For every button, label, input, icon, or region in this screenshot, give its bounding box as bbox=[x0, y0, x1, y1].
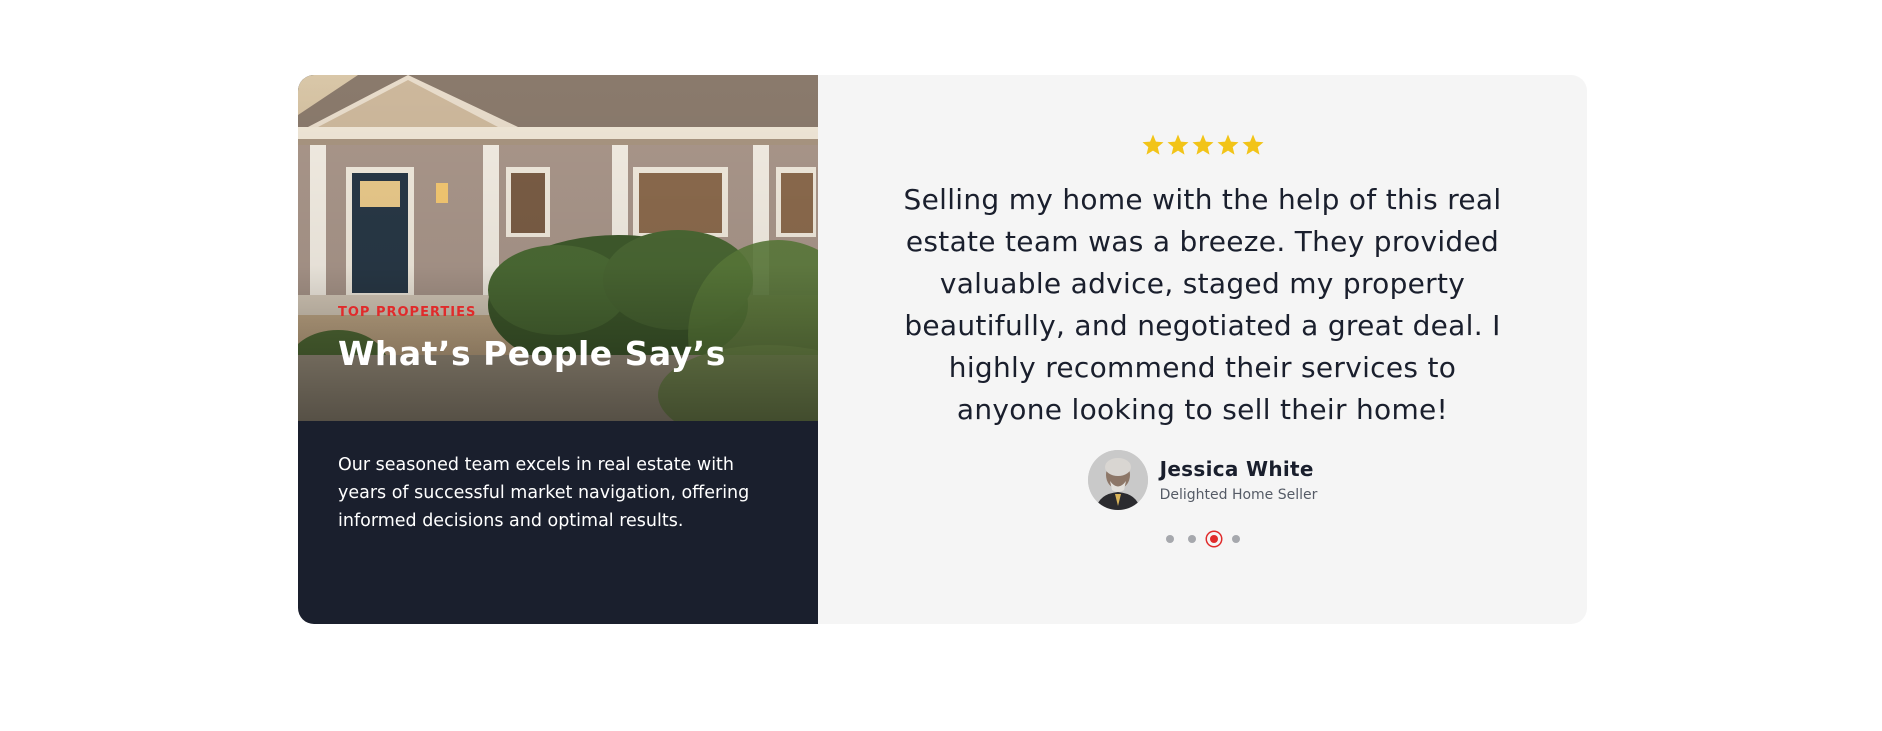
testimonial-quote: Selling my home with the help of this re… bbox=[903, 183, 1502, 426]
testimonial-author: Jessica White Delighted Home Seller bbox=[818, 450, 1587, 510]
star-icon bbox=[1142, 134, 1163, 155]
section-heading: What’s People Say’s bbox=[338, 334, 726, 373]
carousel-dot-2[interactable] bbox=[1187, 535, 1196, 543]
star-rating bbox=[818, 133, 1587, 157]
intro-panel: Top Properties What’s People Say’s Our s… bbox=[298, 75, 818, 624]
section-eyebrow: Top Properties bbox=[338, 305, 477, 320]
star-icon bbox=[1242, 134, 1263, 155]
author-info: Jessica White Delighted Home Seller bbox=[1160, 457, 1318, 503]
star-icon bbox=[1192, 134, 1213, 155]
star-icon bbox=[1217, 134, 1238, 155]
author-name: Jessica White bbox=[1159, 457, 1314, 481]
author-role: Delighted Home Seller bbox=[1159, 487, 1318, 503]
carousel-dot-4[interactable] bbox=[1231, 535, 1240, 543]
star-icon bbox=[1167, 134, 1188, 155]
testimonial-panel: Selling my home with the help of this re… bbox=[818, 75, 1587, 624]
carousel-dot-3[interactable] bbox=[1209, 535, 1218, 543]
photo-caption: Top Properties What’s People Say’s bbox=[338, 305, 726, 373]
section-blurb: Our seasoned team excels in real estate … bbox=[338, 455, 750, 531]
avatar bbox=[1087, 450, 1148, 510]
house-photo: Top Properties What’s People Say’s bbox=[298, 75, 818, 421]
carousel-dot-1[interactable] bbox=[1165, 535, 1174, 543]
testimonial-card: Top Properties What’s People Say’s Our s… bbox=[298, 75, 1587, 624]
carousel-pagination bbox=[818, 535, 1587, 543]
